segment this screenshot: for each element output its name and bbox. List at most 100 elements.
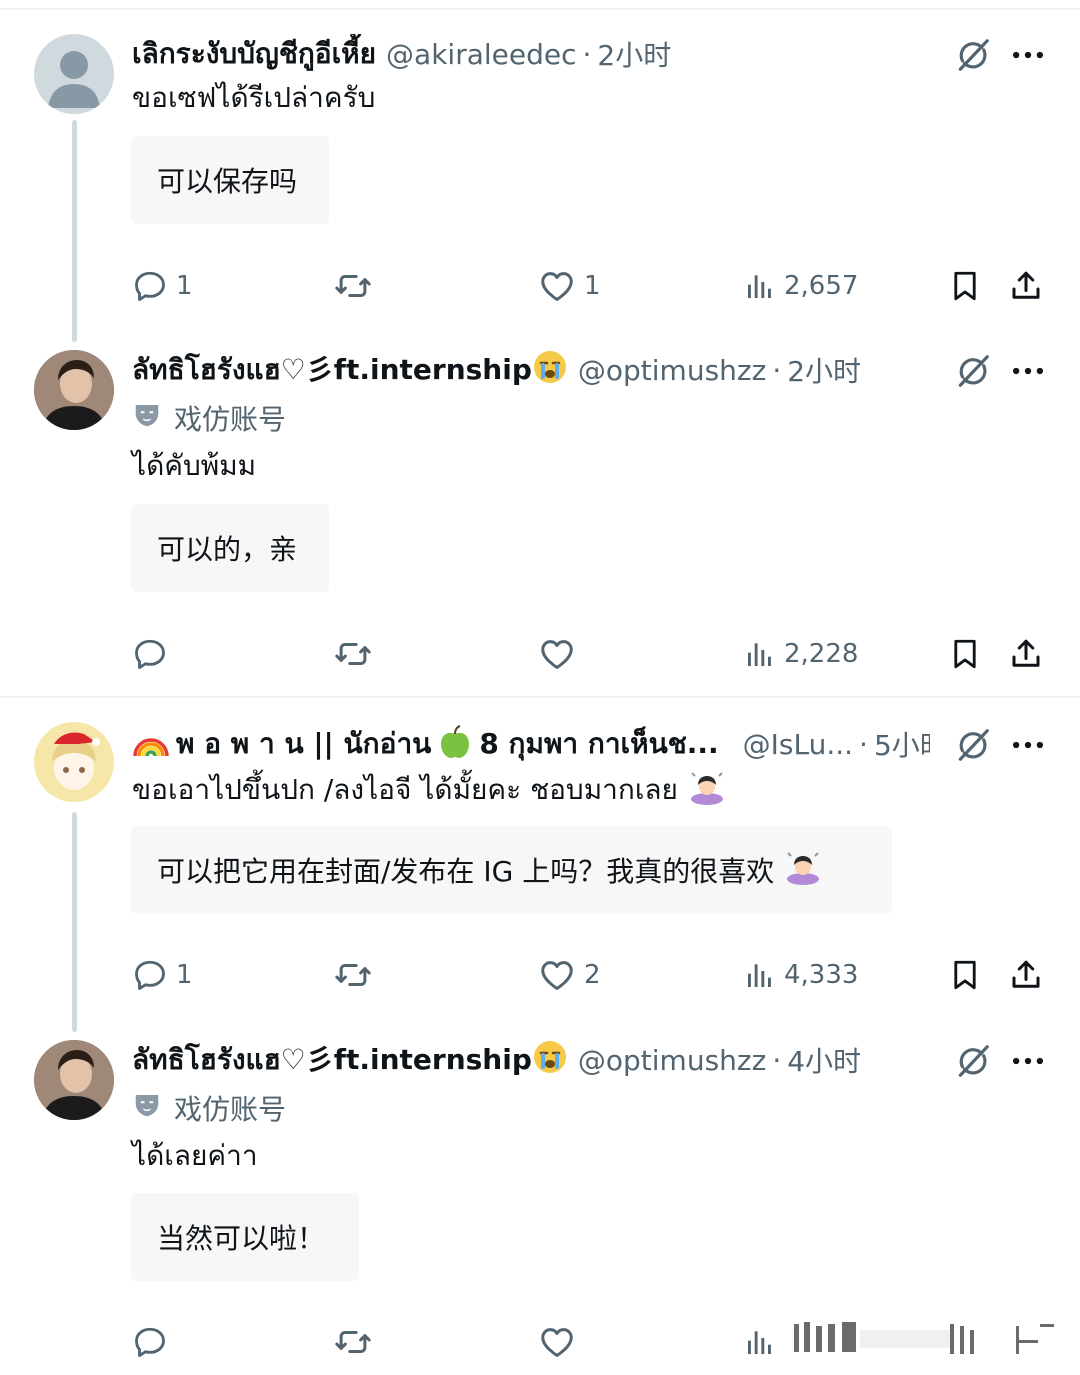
display-name[interactable]: เลิกระงับบัญชีกูอีเหี้ย xyxy=(132,34,376,74)
action-bar: 1 1 2,657 xyxy=(0,266,1080,306)
retweet-button[interactable] xyxy=(334,1322,372,1362)
views-icon xyxy=(744,1325,776,1359)
retweet-icon xyxy=(334,1323,372,1361)
views-count: 2,228 xyxy=(784,639,859,669)
action-bar: 1 2 4,333 xyxy=(0,955,1080,995)
parody-mask-icon xyxy=(132,400,174,437)
user-handle[interactable]: @IsLu... xyxy=(743,728,853,761)
reply-icon xyxy=(132,636,168,672)
like-icon xyxy=(538,956,576,994)
like-icon xyxy=(538,267,576,305)
views-icon xyxy=(744,958,776,992)
views-button[interactable] xyxy=(744,1322,776,1362)
like-count: 2 xyxy=(584,960,601,990)
tweet-header: เลิกระงับบัญชีกูอีเหี้ย @akiraleedec · 2… xyxy=(132,34,940,74)
translation-box: 可以保存吗 xyxy=(131,136,329,224)
like-button[interactable] xyxy=(538,634,584,674)
reply-button[interactable]: 1 xyxy=(132,955,193,995)
grok-icon[interactable] xyxy=(954,726,992,764)
watermark-overlay xyxy=(790,1320,1060,1356)
tweet-text-content: ขอเอาไปขึ้นปก /ลงไอจี ได้มั้ยคะ ชอบมากเล… xyxy=(132,773,678,806)
more-icon[interactable] xyxy=(1008,726,1048,764)
more-icon[interactable] xyxy=(1008,1042,1048,1080)
bookmark-button[interactable] xyxy=(948,955,982,995)
thread-connector xyxy=(72,120,77,342)
display-name[interactable]: ลัทธิโฮรังแฮ♡彡ft.internship xyxy=(132,350,532,390)
views-count: 4,333 xyxy=(784,960,859,990)
grok-icon[interactable] xyxy=(954,1042,992,1080)
views-button[interactable]: 2,657 xyxy=(744,266,858,306)
top-divider xyxy=(0,8,1080,10)
retweet-icon xyxy=(334,956,372,994)
views-count: 2,657 xyxy=(784,271,859,301)
like-icon xyxy=(538,635,576,673)
reply-icon xyxy=(132,957,168,993)
timestamp[interactable]: 2小时 xyxy=(597,34,671,74)
views-icon xyxy=(744,269,776,303)
views-button[interactable]: 4,333 xyxy=(744,955,858,995)
display-name[interactable]: พ อ พ า น || นักอ่าน xyxy=(176,724,431,764)
parody-label-text: 戏仿账号 xyxy=(174,1093,287,1126)
share-icon xyxy=(1008,268,1044,304)
tweet-header: พ อ พ า น || นักอ่าน 8 กุมพา กาเห็นช... … xyxy=(132,724,930,764)
avatar[interactable] xyxy=(34,34,114,114)
retweet-icon xyxy=(334,267,372,305)
grok-icon[interactable] xyxy=(954,352,992,390)
bookmark-icon xyxy=(948,957,982,993)
display-name-suffix[interactable]: 8 กุมพา กาเห็นช... xyxy=(479,724,718,764)
parody-label: 戏仿账号 xyxy=(132,1088,286,1128)
share-button[interactable] xyxy=(1008,955,1044,995)
retweet-button[interactable] xyxy=(334,266,372,306)
avatar[interactable] xyxy=(34,350,114,430)
grok-icon[interactable] xyxy=(954,36,992,74)
separator-dot: · xyxy=(772,1043,782,1077)
reply-count: 1 xyxy=(176,271,193,301)
retweet-button[interactable] xyxy=(334,634,372,674)
like-button[interactable]: 2 xyxy=(538,955,601,995)
more-icon[interactable] xyxy=(1008,36,1048,74)
like-button[interactable] xyxy=(538,1322,576,1362)
translation-text: 可以把它用在封面/发布在 IG 上吗？我真的很喜欢 xyxy=(157,855,775,888)
more-icon[interactable] xyxy=(1008,352,1048,390)
bookmark-button[interactable] xyxy=(948,266,982,306)
timestamp[interactable]: 2小时 xyxy=(787,350,861,390)
share-button[interactable] xyxy=(1008,266,1044,306)
reply-icon xyxy=(132,268,168,304)
like-count: 1 xyxy=(584,271,601,301)
reply-button[interactable]: 1 xyxy=(132,266,193,306)
user-handle[interactable]: @optimushzz xyxy=(578,354,766,387)
crying-face-icon xyxy=(532,1040,568,1080)
share-icon xyxy=(1008,957,1044,993)
user-handle[interactable]: @optimushzz xyxy=(578,1044,766,1077)
bookmark-icon xyxy=(948,268,982,304)
tweet-header: ลัทธิโฮรังแฮ♡彡ft.internship @optimushzz … xyxy=(132,350,940,390)
separator-dot: · xyxy=(582,37,592,71)
reply-button[interactable] xyxy=(132,634,176,674)
crying-face-icon xyxy=(532,350,568,390)
parody-label-text: 戏仿账号 xyxy=(174,403,287,436)
tweet-text: ได้คับพ้มม xyxy=(132,449,257,482)
display-name[interactable]: ลัทธิโฮรังแฮ♡彡ft.internship xyxy=(132,1040,532,1080)
tweet-text: ได้เลยค่าา xyxy=(132,1139,258,1172)
like-button[interactable]: 1 xyxy=(538,266,601,306)
retweet-icon xyxy=(334,635,372,673)
tweet-text: ขอเซฟได้รีเปล่าครับ xyxy=(132,81,376,114)
separator-dot: · xyxy=(859,727,868,761)
bookmark-button[interactable] xyxy=(948,634,982,674)
views-button[interactable]: 2,228 xyxy=(744,634,858,674)
share-button[interactable] xyxy=(1008,634,1044,674)
reply-icon xyxy=(132,1324,168,1360)
user-handle[interactable]: @akiraleedec xyxy=(386,38,576,71)
translation-box: 可以把它用在封面/发布在 IG 上吗？我真的很喜欢 xyxy=(131,826,892,914)
reply-button[interactable] xyxy=(132,1322,168,1362)
retweet-button[interactable] xyxy=(334,955,372,995)
timestamp[interactable]: 5小时 xyxy=(874,724,930,764)
avatar[interactable] xyxy=(34,1040,114,1120)
avatar[interactable] xyxy=(34,722,114,802)
rainbow-icon xyxy=(132,724,170,764)
timestamp[interactable]: 4小时 xyxy=(787,1040,861,1080)
conversation-divider xyxy=(0,696,1080,698)
parody-mask-icon xyxy=(132,1090,174,1127)
translation-box: 可以的，亲 xyxy=(131,504,329,592)
green-apple-icon xyxy=(439,724,471,764)
